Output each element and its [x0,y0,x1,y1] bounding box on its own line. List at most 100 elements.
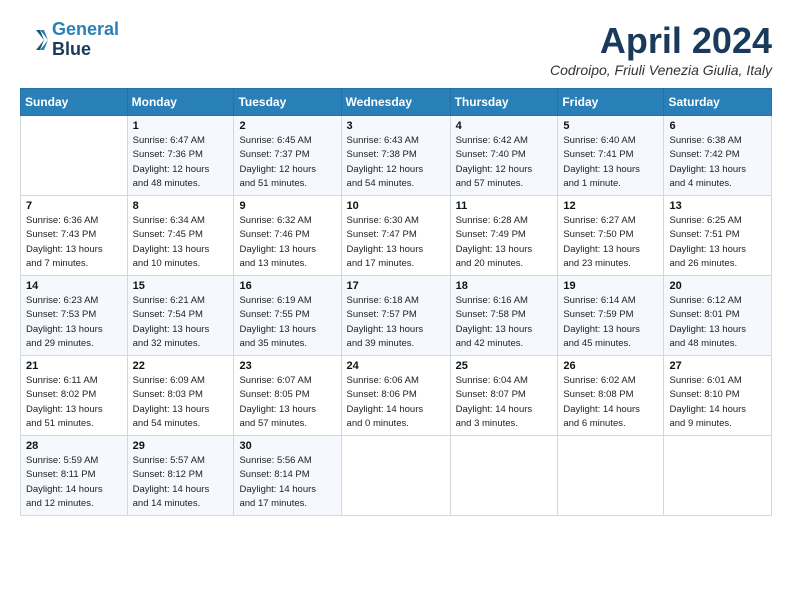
day-info: Sunrise: 6:12 AM Sunset: 8:01 PM Dayligh… [669,294,766,351]
day-info: Sunrise: 6:19 AM Sunset: 7:55 PM Dayligh… [239,294,335,351]
day-info: Sunrise: 6:45 AM Sunset: 7:37 PM Dayligh… [239,134,335,191]
calendar-table: SundayMondayTuesdayWednesdayThursdayFrid… [20,88,772,516]
day-info: Sunrise: 6:02 AM Sunset: 8:08 PM Dayligh… [563,374,658,431]
week-row-4: 21 Sunrise: 6:11 AM Sunset: 8:02 PM Dayli… [21,356,772,436]
calendar-cell: 5 Sunrise: 6:40 AM Sunset: 7:41 PM Daylig… [558,116,664,196]
day-info: Sunrise: 6:40 AM Sunset: 7:41 PM Dayligh… [563,134,658,191]
day-number: 13 [669,200,766,212]
day-number: 8 [133,200,229,212]
day-info: Sunrise: 6:09 AM Sunset: 8:03 PM Dayligh… [133,374,229,431]
day-number: 4 [456,120,553,132]
day-number: 7 [26,200,122,212]
day-number: 26 [563,360,658,372]
day-number: 11 [456,200,553,212]
day-number: 15 [133,280,229,292]
header-tuesday: Tuesday [234,89,341,116]
calendar-cell: 16 Sunrise: 6:19 AM Sunset: 7:55 PM Dayli… [234,276,341,356]
calendar-cell: 27 Sunrise: 6:01 AM Sunset: 8:10 PM Dayli… [664,356,772,436]
calendar-cell: 2 Sunrise: 6:45 AM Sunset: 7:37 PM Daylig… [234,116,341,196]
calendar-cell: 24 Sunrise: 6:06 AM Sunset: 8:06 PM Dayli… [341,356,450,436]
calendar-cell: 12Sunrise: 6:27 AM Sunset: 7:50 PM Dayli… [558,196,664,276]
calendar-cell: 7 Sunrise: 6:36 AM Sunset: 7:43 PM Daylig… [21,196,128,276]
week-row-5: 28 Sunrise: 5:59 AM Sunset: 8:11 PM Dayli… [21,436,772,516]
calendar-cell: 25Sunrise: 6:04 AM Sunset: 8:07 PM Dayli… [450,356,558,436]
calendar-cell: 29Sunrise: 5:57 AM Sunset: 8:12 PM Dayli… [127,436,234,516]
week-row-3: 14 Sunrise: 6:23 AM Sunset: 7:53 PM Dayli… [21,276,772,356]
calendar-cell: 14 Sunrise: 6:23 AM Sunset: 7:53 PM Dayli… [21,276,128,356]
calendar-cell [450,436,558,516]
day-info: Sunrise: 6:38 AM Sunset: 7:42 PM Dayligh… [669,134,766,191]
logo-icon [20,26,48,54]
day-info: Sunrise: 6:06 AM Sunset: 8:06 PM Dayligh… [347,374,445,431]
day-info: Sunrise: 6:18 AM Sunset: 7:57 PM Dayligh… [347,294,445,351]
calendar-cell [341,436,450,516]
day-info: Sunrise: 6:42 AM Sunset: 7:40 PM Dayligh… [456,134,553,191]
day-info: Sunrise: 6:28 AM Sunset: 7:49 PM Dayligh… [456,214,553,271]
calendar-cell: 4 Sunrise: 6:42 AM Sunset: 7:40 PM Daylig… [450,116,558,196]
calendar-cell: 21 Sunrise: 6:11 AM Sunset: 8:02 PM Dayli… [21,356,128,436]
calendar-cell: 1Sunrise: 6:47 AM Sunset: 7:36 PM Daylig… [127,116,234,196]
calendar-cell: 22 Sunrise: 6:09 AM Sunset: 8:03 PM Dayli… [127,356,234,436]
calendar-cell [21,116,128,196]
day-info: Sunrise: 6:30 AM Sunset: 7:47 PM Dayligh… [347,214,445,271]
day-number: 9 [239,200,335,212]
day-info: Sunrise: 5:57 AM Sunset: 8:12 PM Dayligh… [133,454,229,511]
calendar-cell: 17 Sunrise: 6:18 AM Sunset: 7:57 PM Dayli… [341,276,450,356]
day-info: Sunrise: 6:07 AM Sunset: 8:05 PM Dayligh… [239,374,335,431]
day-number: 14 [26,280,122,292]
day-number: 27 [669,360,766,372]
header-thursday: Thursday [450,89,558,116]
day-info: Sunrise: 6:43 AM Sunset: 7:38 PM Dayligh… [347,134,445,191]
calendar-cell: 13Sunrise: 6:25 AM Sunset: 7:51 PM Dayli… [664,196,772,276]
day-info: Sunrise: 6:23 AM Sunset: 7:53 PM Dayligh… [26,294,122,351]
day-number: 25 [456,360,553,372]
calendar-cell: 10 Sunrise: 6:30 AM Sunset: 7:47 PM Dayli… [341,196,450,276]
day-number: 24 [347,360,445,372]
day-info: Sunrise: 6:21 AM Sunset: 7:54 PM Dayligh… [133,294,229,351]
calendar-cell: 20 Sunrise: 6:12 AM Sunset: 8:01 PM Dayli… [664,276,772,356]
header-sunday: Sunday [21,89,128,116]
day-number: 5 [563,120,658,132]
header-saturday: Saturday [664,89,772,116]
day-info: Sunrise: 6:16 AM Sunset: 7:58 PM Dayligh… [456,294,553,351]
day-number: 1 [133,120,229,132]
calendar-cell: 3 Sunrise: 6:43 AM Sunset: 7:38 PM Daylig… [341,116,450,196]
day-info: Sunrise: 5:59 AM Sunset: 8:11 PM Dayligh… [26,454,122,511]
day-number: 17 [347,280,445,292]
calendar-cell: 9Sunrise: 6:32 AM Sunset: 7:46 PM Daylig… [234,196,341,276]
day-number: 21 [26,360,122,372]
calendar-cell: 26 Sunrise: 6:02 AM Sunset: 8:08 PM Dayli… [558,356,664,436]
calendar-cell: 30 Sunrise: 5:56 AM Sunset: 8:14 PM Dayli… [234,436,341,516]
calendar-cell: 15 Sunrise: 6:21 AM Sunset: 7:54 PM Dayli… [127,276,234,356]
calendar-cell: 19 Sunrise: 6:14 AM Sunset: 7:59 PM Dayli… [558,276,664,356]
day-number: 2 [239,120,335,132]
day-number: 19 [563,280,658,292]
day-number: 30 [239,440,335,452]
logo-text-line2: Blue [52,40,119,60]
day-number: 10 [347,200,445,212]
day-info: Sunrise: 6:14 AM Sunset: 7:59 PM Dayligh… [563,294,658,351]
day-number: 20 [669,280,766,292]
logo-text-line1: General [52,20,119,40]
calendar-cell: 6 Sunrise: 6:38 AM Sunset: 7:42 PM Daylig… [664,116,772,196]
day-info: Sunrise: 5:56 AM Sunset: 8:14 PM Dayligh… [239,454,335,511]
header-monday: Monday [127,89,234,116]
day-number: 3 [347,120,445,132]
day-number: 22 [133,360,229,372]
calendar-cell: 18 Sunrise: 6:16 AM Sunset: 7:58 PM Dayli… [450,276,558,356]
header-friday: Friday [558,89,664,116]
main-title: April 2024 [550,20,772,62]
day-info: Sunrise: 6:36 AM Sunset: 7:43 PM Dayligh… [26,214,122,271]
day-info: Sunrise: 6:27 AM Sunset: 7:50 PM Dayligh… [563,214,658,271]
calendar-header-row: SundayMondayTuesdayWednesdayThursdayFrid… [21,89,772,116]
day-number: 16 [239,280,335,292]
day-info: Sunrise: 6:01 AM Sunset: 8:10 PM Dayligh… [669,374,766,431]
subtitle: Codroipo, Friuli Venezia Giulia, Italy [550,62,772,78]
day-number: 6 [669,120,766,132]
week-row-2: 7 Sunrise: 6:36 AM Sunset: 7:43 PM Daylig… [21,196,772,276]
day-number: 18 [456,280,553,292]
day-info: Sunrise: 6:11 AM Sunset: 8:02 PM Dayligh… [26,374,122,431]
day-number: 28 [26,440,122,452]
header-wednesday: Wednesday [341,89,450,116]
calendar-cell: 23Sunrise: 6:07 AM Sunset: 8:05 PM Dayli… [234,356,341,436]
